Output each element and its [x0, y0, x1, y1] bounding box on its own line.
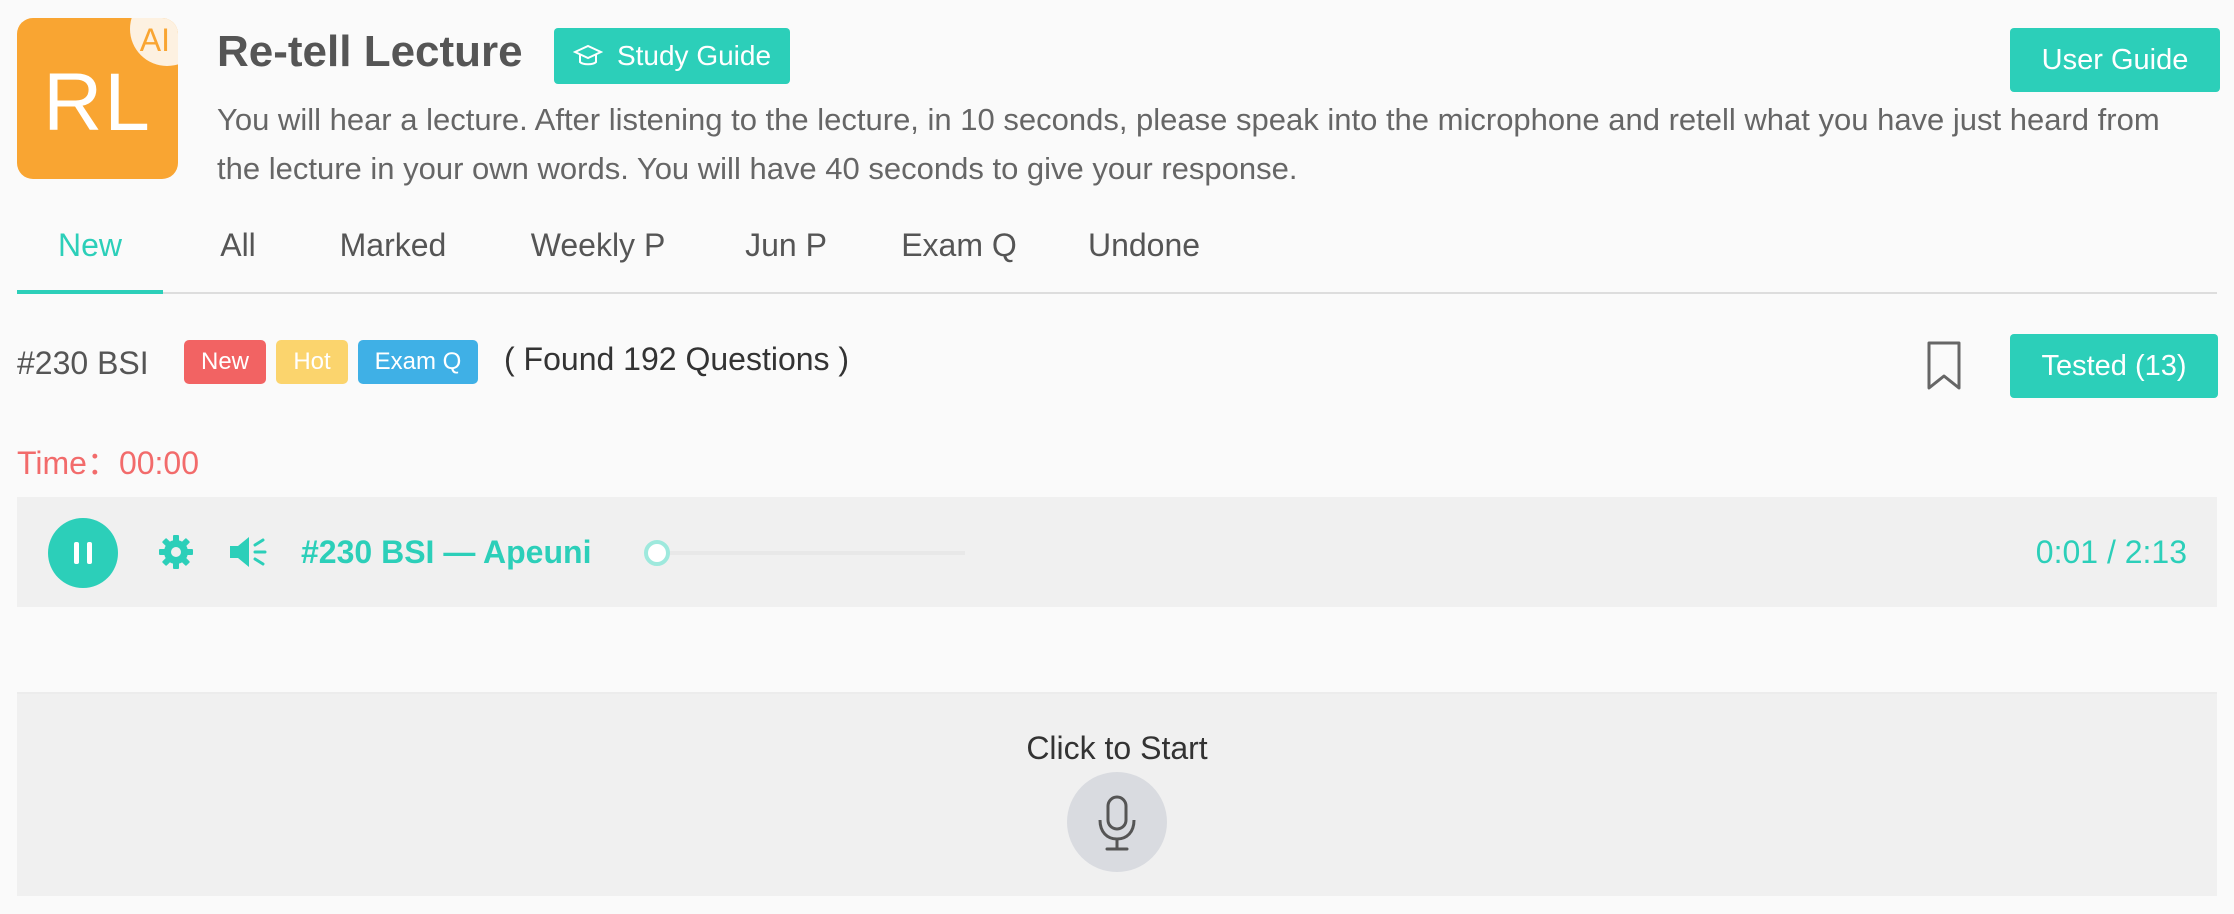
microphone-button[interactable] — [1067, 772, 1167, 872]
audio-player: #230 BSI — Apeuni 0:01 / 2:13 — [17, 497, 2217, 607]
record-area: Click to Start — [17, 692, 2217, 896]
instructions-text: You will hear a lecture. After listening… — [217, 102, 2160, 186]
microphone-icon — [1098, 795, 1136, 851]
track-title: #230 BSI — Apeuni — [301, 534, 592, 570]
tested-button[interactable]: Tested (13) — [2010, 334, 2218, 398]
tab-weekly-p[interactable]: Weekly P — [503, 216, 693, 294]
new-badge: New — [184, 340, 266, 384]
logo-letters: RL — [43, 57, 152, 148]
hot-badge: Hot — [276, 340, 348, 384]
click-to-start-label: Click to Start — [1026, 730, 1208, 766]
filter-tabs: New All Marked Weekly P Jun P Exam Q Und… — [17, 216, 2217, 294]
app-logo: AI RL — [17, 18, 178, 179]
tab-jun-p[interactable]: Jun P — [723, 216, 849, 294]
study-guide-label: Study Guide — [616, 40, 772, 71]
exam-q-badge: Exam Q — [358, 340, 478, 384]
timer-value: 00:00 — [118, 445, 200, 481]
tab-marked[interactable]: Marked — [313, 216, 473, 294]
tab-exam-q[interactable]: Exam Q — [879, 216, 1039, 294]
logo-ai-label: AI — [139, 22, 170, 58]
time-readout: 0:01 / 2:13 — [2035, 534, 2187, 570]
bookmark-icon[interactable] — [1926, 340, 1962, 392]
progress-slider[interactable] — [644, 540, 965, 566]
question-id: #230 BSI — [17, 345, 149, 381]
graduation-cap-icon — [572, 44, 603, 66]
found-count: ( Found 192 Questions ) — [504, 341, 850, 377]
gear-icon[interactable] — [157, 533, 195, 571]
timer-label: Time： — [17, 445, 119, 481]
tab-new[interactable]: New — [17, 216, 163, 294]
pause-button[interactable] — [48, 518, 118, 588]
user-guide-button[interactable]: User Guide — [2010, 28, 2220, 92]
timer: Time：00:00 — [17, 440, 199, 486]
tab-all[interactable]: All — [193, 216, 283, 294]
progress-knob[interactable] — [644, 540, 671, 566]
volume-icon[interactable] — [227, 532, 269, 572]
study-guide-button[interactable]: Study Guide — [554, 28, 790, 84]
page-title: Re-tell Lecture — [217, 27, 523, 76]
tab-undone[interactable]: Undone — [1069, 216, 1219, 294]
